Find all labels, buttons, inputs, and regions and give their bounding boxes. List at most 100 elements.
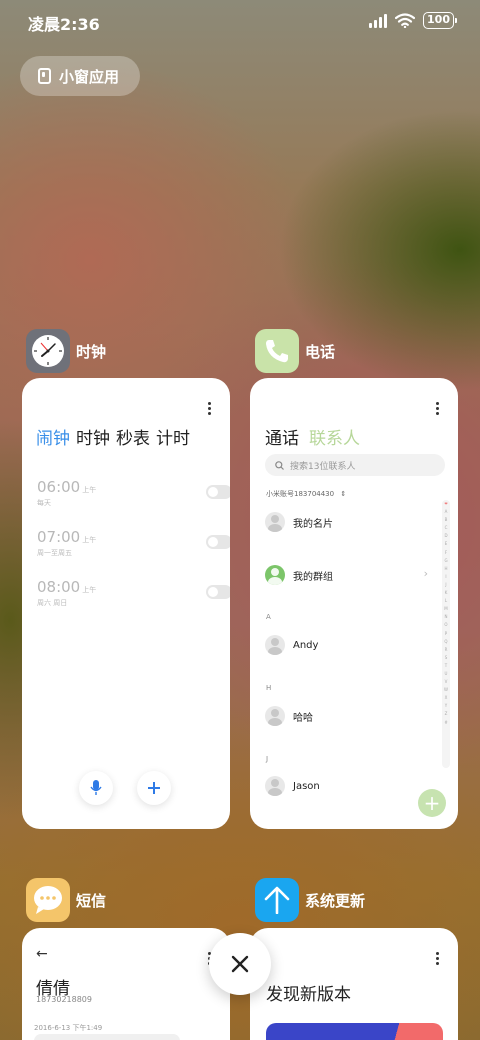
- index-letter[interactable]: Z: [442, 710, 450, 718]
- account-selector[interactable]: 小米账号183704430 ⇕: [266, 489, 346, 499]
- sort-icon: ⇕: [340, 490, 347, 498]
- more-options-icon[interactable]: [436, 402, 440, 415]
- alarm-item[interactable]: 07:00 上午 周一至周五: [37, 527, 230, 567]
- tab-contacts[interactable]: 联系人: [309, 424, 360, 449]
- alarm-toggle[interactable]: [206, 535, 230, 549]
- alarm-time: 06:00: [37, 478, 81, 496]
- update-app-icon: [255, 878, 299, 922]
- tab-clock[interactable]: 时钟: [76, 424, 110, 449]
- index-letter[interactable]: G: [442, 557, 450, 565]
- section-header: A: [266, 613, 271, 621]
- back-arrow-icon[interactable]: ←: [36, 946, 48, 962]
- index-letter[interactable]: R: [442, 646, 450, 654]
- tab-stopwatch[interactable]: 秒表: [116, 424, 150, 449]
- clock-app-card[interactable]: 闹钟 时钟 秒表 计时 06:00 上午 每天 07:00 上午 周一至周五 08:…: [22, 378, 230, 829]
- alarm-time: 07:00: [37, 528, 81, 546]
- add-contact-button[interactable]: +: [418, 789, 446, 817]
- plus-icon: [148, 782, 160, 794]
- index-letter[interactable]: V: [442, 678, 450, 686]
- status-time: 凌晨2:36: [28, 15, 100, 34]
- index-letter[interactable]: L: [442, 597, 450, 605]
- alarm-item[interactable]: 08:00 上午 周六 周日: [37, 577, 230, 617]
- alarm-period: 上午: [82, 586, 97, 594]
- sms-app-header[interactable]: 短信: [26, 878, 106, 922]
- index-letter[interactable]: J: [442, 581, 450, 589]
- phone-app-icon: [255, 329, 299, 373]
- account-label: 小米账号183704430: [266, 490, 335, 498]
- alarm-toggle[interactable]: [206, 585, 230, 599]
- voice-alarm-button[interactable]: [79, 771, 113, 805]
- close-icon: [231, 955, 249, 973]
- floating-window-button[interactable]: 小窗应用: [20, 56, 140, 96]
- index-letter[interactable]: #: [442, 719, 450, 727]
- contact-search-input[interactable]: 搜索13位联系人: [265, 454, 445, 476]
- contact-name: Jason: [293, 780, 320, 792]
- alarm-period: 上午: [82, 486, 97, 494]
- alarm-time: 08:00: [37, 578, 81, 596]
- list-item[interactable]: Andy: [265, 635, 318, 655]
- message-date: 2016-6-13 下午1:49: [34, 1024, 103, 1032]
- index-letter[interactable]: N: [442, 613, 450, 621]
- sms-app-name: 短信: [76, 891, 107, 910]
- message-bubble: [34, 1034, 180, 1040]
- floating-window-label: 小窗应用: [59, 67, 120, 86]
- section-header: J: [266, 755, 269, 763]
- alarm-item[interactable]: 06:00 上午 每天: [37, 477, 230, 517]
- phone-app-header[interactable]: 电话: [255, 329, 335, 373]
- clock-tabs: 闹钟 时钟 秒表 计时: [36, 424, 190, 449]
- update-headline: 发现新版本: [266, 985, 351, 1005]
- index-letter[interactable]: ❤: [442, 500, 450, 508]
- update-app-card[interactable]: 发现新版本: [250, 928, 458, 1040]
- index-letter[interactable]: P: [442, 630, 450, 638]
- alarm-toggle[interactable]: [206, 485, 230, 499]
- more-options-icon[interactable]: [436, 952, 440, 965]
- alarm-period: 上午: [82, 536, 97, 544]
- update-app-header[interactable]: 系统更新: [255, 878, 365, 922]
- index-letter[interactable]: U: [442, 670, 450, 678]
- index-letter[interactable]: B: [442, 516, 450, 524]
- index-letter[interactable]: E: [442, 540, 450, 548]
- avatar: [265, 635, 285, 655]
- tab-calls[interactable]: 通话: [265, 424, 299, 449]
- phone-app-card[interactable]: 通话 联系人 搜索13位联系人 小米账号183704430 ⇕ 我的名片 我的群…: [250, 378, 458, 829]
- index-letter[interactable]: I: [442, 573, 450, 581]
- index-letter[interactable]: C: [442, 524, 450, 532]
- index-letter[interactable]: Y: [442, 702, 450, 710]
- contact-name: 我的名片: [293, 518, 333, 530]
- alarm-repeat: 周六 周日: [37, 599, 68, 607]
- mic-icon: [90, 780, 102, 795]
- alphabet-index[interactable]: ❤ A B C D E F G H I J K L M N O P Q R S T U V W X Y Z #: [442, 500, 450, 768]
- plus-icon: +: [423, 791, 441, 815]
- section-header: H: [266, 684, 272, 692]
- index-letter[interactable]: W: [442, 686, 450, 694]
- index-letter[interactable]: K: [442, 589, 450, 597]
- contact-my-card[interactable]: 我的名片: [265, 512, 333, 532]
- index-letter[interactable]: A: [442, 508, 450, 516]
- add-alarm-button[interactable]: [137, 771, 171, 805]
- tab-timer[interactable]: 计时: [156, 424, 190, 449]
- index-letter[interactable]: Q: [442, 638, 450, 646]
- index-letter[interactable]: F: [442, 549, 450, 557]
- index-letter[interactable]: O: [442, 621, 450, 629]
- sms-app-card[interactable]: ← 倩倩 18730218809 2016-6-13 下午1:49: [22, 928, 230, 1040]
- contact-name: Andy: [293, 639, 319, 651]
- index-letter[interactable]: M: [442, 605, 450, 613]
- list-item[interactable]: Jason: [265, 776, 320, 796]
- avatar: [265, 706, 285, 726]
- signal-icon: [369, 13, 388, 28]
- index-letter[interactable]: S: [442, 654, 450, 662]
- index-letter[interactable]: D: [442, 532, 450, 540]
- clock-app-icon: [26, 329, 70, 373]
- index-letter[interactable]: H: [442, 565, 450, 573]
- index-letter[interactable]: X: [442, 694, 450, 702]
- battery-icon: 100: [423, 12, 457, 29]
- contact-my-groups[interactable]: 我的群组: [265, 565, 333, 585]
- list-item[interactable]: 哈哈: [265, 706, 313, 726]
- tab-alarm[interactable]: 闹钟: [36, 424, 70, 449]
- index-letter[interactable]: T: [442, 662, 450, 670]
- more-options-icon[interactable]: [208, 402, 212, 415]
- phone-app-name: 电话: [305, 342, 336, 361]
- clear-all-button[interactable]: [209, 933, 271, 995]
- clock-app-header[interactable]: 时钟: [26, 329, 106, 373]
- update-banner: [266, 1023, 443, 1040]
